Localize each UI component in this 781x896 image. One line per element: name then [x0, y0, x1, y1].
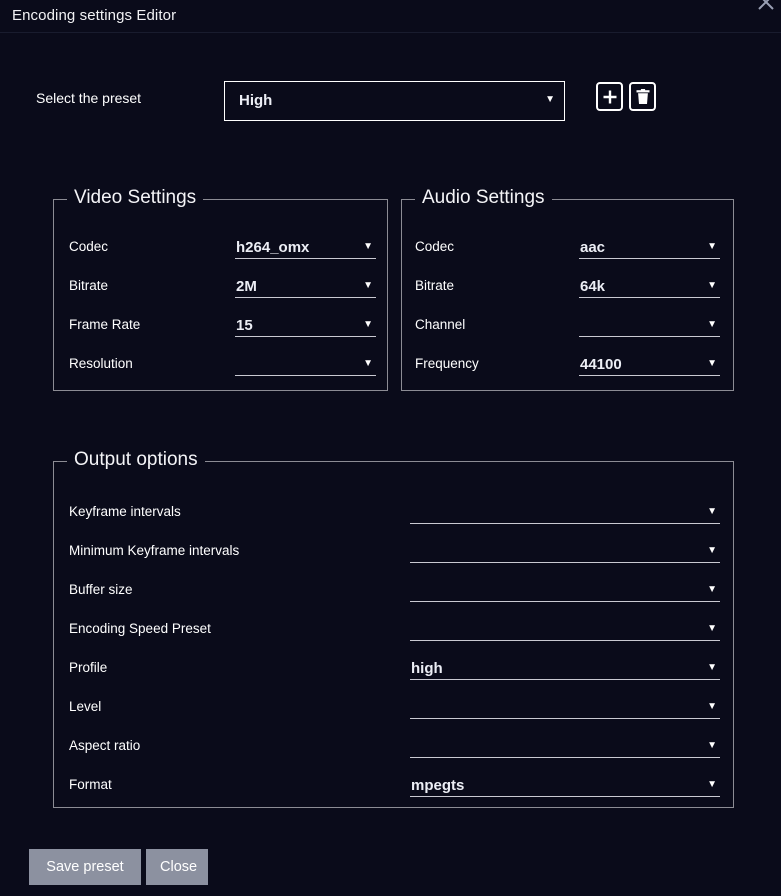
footer-button-bar: Save preset Close [0, 849, 781, 889]
field-keyframe-intervals: Keyframe intervals ▼ [54, 493, 733, 532]
field-label: Codec [69, 239, 109, 254]
field-label: Format [69, 777, 112, 792]
audio-channel-select[interactable]: ▼ [579, 310, 720, 337]
field-video-frame-rate: Frame Rate 15 ▼ [54, 307, 387, 346]
audio-settings-fieldset: Audio Settings Codec aac ▼ Bitrate 64k ▼… [401, 187, 734, 391]
chevron-down-icon: ▼ [707, 584, 717, 595]
minimum-keyframe-intervals-select[interactable]: ▼ [410, 536, 720, 563]
chevron-down-icon: ▼ [707, 701, 717, 712]
field-format: Format mpegts ▼ [54, 766, 733, 805]
profile-select[interactable]: high ▼ [410, 653, 720, 680]
field-label: Bitrate [415, 278, 455, 293]
close-icon[interactable] [755, 0, 777, 13]
field-profile: Profile high ▼ [54, 649, 733, 688]
select-value: aac [580, 239, 606, 256]
field-encoding-speed-preset: Encoding Speed Preset ▼ [54, 610, 733, 649]
audio-frequency-select[interactable]: 44100 ▼ [579, 349, 720, 376]
save-preset-button[interactable]: Save preset [29, 849, 141, 885]
video-settings-legend: Video Settings [67, 187, 204, 209]
plus-icon [603, 90, 616, 103]
field-label: Aspect ratio [69, 738, 141, 753]
add-preset-button[interactable] [596, 82, 623, 111]
video-frame-rate-select[interactable]: 15 ▼ [235, 310, 376, 337]
output-options-fieldset: Output options Keyframe intervals ▼ Mini… [53, 449, 734, 808]
audio-bitrate-select[interactable]: 64k ▼ [579, 271, 720, 298]
field-audio-codec: Codec aac ▼ [402, 229, 733, 268]
preset-select[interactable]: High ▼ [224, 81, 565, 121]
preset-label: Select the preset [36, 90, 142, 106]
field-minimum-keyframe-intervals: Minimum Keyframe intervals ▼ [54, 532, 733, 571]
field-video-codec: Codec h264_omx ▼ [54, 229, 387, 268]
chevron-down-icon: ▼ [707, 740, 717, 751]
field-label: Buffer size [69, 582, 133, 597]
field-buffer-size: Buffer size ▼ [54, 571, 733, 610]
select-value: mpegts [411, 777, 465, 794]
keyframe-intervals-select[interactable]: ▼ [410, 497, 720, 524]
chevron-down-icon: ▼ [363, 241, 373, 252]
video-bitrate-select[interactable]: 2M ▼ [235, 271, 376, 298]
select-value: 64k [580, 278, 606, 295]
chevron-down-icon: ▼ [707, 662, 717, 673]
window-title: Encoding settings Editor [12, 7, 177, 24]
aspect-ratio-select[interactable]: ▼ [410, 731, 720, 758]
chevron-down-icon: ▼ [545, 94, 555, 105]
field-label: Channel [415, 317, 466, 332]
chevron-down-icon: ▼ [707, 779, 717, 790]
field-label: Codec [415, 239, 455, 254]
preset-row: Select the preset High ▼ [0, 78, 781, 124]
chevron-down-icon: ▼ [363, 319, 373, 330]
video-resolution-select[interactable]: ▼ [235, 349, 376, 376]
field-video-bitrate: Bitrate 2M ▼ [54, 268, 387, 307]
select-value: 44100 [580, 356, 622, 373]
delete-preset-button[interactable] [629, 82, 656, 111]
field-label: Frame Rate [69, 317, 141, 332]
field-label: Level [69, 699, 102, 714]
level-select[interactable]: ▼ [410, 692, 720, 719]
field-label: Resolution [69, 356, 133, 371]
field-video-resolution: Resolution ▼ [54, 346, 387, 385]
encoding-settings-editor-window: Encoding settings Editor Select the pres… [0, 0, 781, 896]
select-value: h264_omx [236, 239, 310, 256]
field-label: Profile [69, 660, 108, 675]
select-value: 2M [236, 278, 257, 295]
field-label: Encoding Speed Preset [69, 621, 211, 636]
chevron-down-icon: ▼ [363, 280, 373, 291]
chevron-down-icon: ▼ [707, 241, 717, 252]
video-settings-fieldset: Video Settings Codec h264_omx ▼ Bitrate … [53, 187, 388, 391]
output-options-legend: Output options [67, 449, 205, 471]
chevron-down-icon: ▼ [363, 358, 373, 369]
field-level: Level ▼ [54, 688, 733, 727]
title-bar: Encoding settings Editor [0, 0, 781, 33]
field-label: Minimum Keyframe intervals [69, 543, 240, 558]
field-audio-channel: Channel ▼ [402, 307, 733, 346]
field-label: Frequency [415, 356, 479, 371]
preset-select-value: High [239, 92, 273, 109]
chevron-down-icon: ▼ [707, 319, 717, 330]
video-codec-select[interactable]: h264_omx ▼ [235, 232, 376, 259]
chevron-down-icon: ▼ [707, 506, 717, 517]
field-audio-frequency: Frequency 44100 ▼ [402, 346, 733, 385]
chevron-down-icon: ▼ [707, 358, 717, 369]
trash-icon [636, 88, 649, 104]
buffer-size-select[interactable]: ▼ [410, 575, 720, 602]
select-value: 15 [236, 317, 253, 334]
chevron-down-icon: ▼ [707, 545, 717, 556]
field-label: Keyframe intervals [69, 504, 181, 519]
select-value: high [411, 660, 443, 677]
field-label: Bitrate [69, 278, 109, 293]
format-select[interactable]: mpegts ▼ [410, 770, 720, 797]
audio-codec-select[interactable]: aac ▼ [579, 232, 720, 259]
close-button[interactable]: Close [146, 849, 208, 885]
audio-settings-legend: Audio Settings [415, 187, 552, 209]
field-aspect-ratio: Aspect ratio ▼ [54, 727, 733, 766]
chevron-down-icon: ▼ [707, 280, 717, 291]
field-audio-bitrate: Bitrate 64k ▼ [402, 268, 733, 307]
encoding-speed-preset-select[interactable]: ▼ [410, 614, 720, 641]
chevron-down-icon: ▼ [707, 623, 717, 634]
